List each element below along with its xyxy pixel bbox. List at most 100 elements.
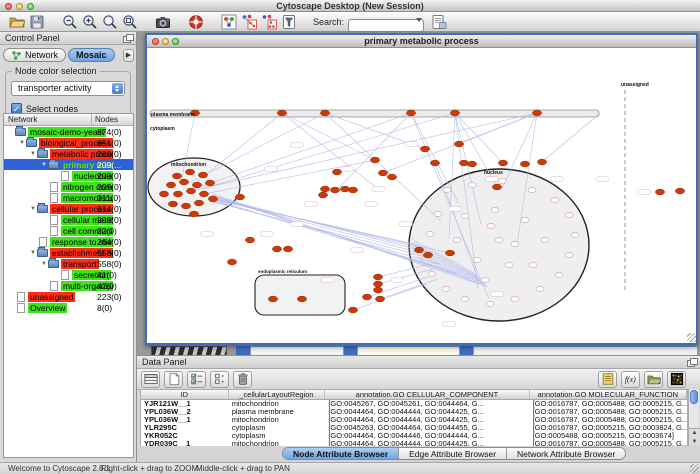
zoom-in-icon[interactable] [81, 13, 99, 30]
network-node-outline[interactable] [511, 297, 519, 302]
network-node-outline[interactable] [453, 238, 461, 243]
table-row[interactable]: YLR295Ccytoplasm[GO:0045263, GO:0044464,… [141, 424, 687, 432]
network-node[interactable] [168, 201, 177, 207]
network-tree-row[interactable]: ▼metabolic process280(0) [4, 148, 133, 159]
network-node[interactable] [318, 192, 327, 198]
column-header[interactable]: ID [141, 390, 229, 399]
network-node-outline[interactable] [461, 214, 469, 219]
search-input[interactable] [348, 19, 424, 32]
network-node[interactable] [186, 188, 195, 194]
network-tree-row[interactable]: mosaic-demo-yeast874(0) [4, 126, 133, 137]
network-node[interactable] [172, 173, 181, 179]
window-resize-grip[interactable] [687, 333, 696, 342]
network-node[interactable] [181, 203, 190, 209]
network-node[interactable] [159, 191, 168, 197]
network-node[interactable] [406, 110, 415, 116]
network-node[interactable] [227, 259, 236, 265]
network-window-titlebar[interactable]: primary metabolic process [147, 35, 696, 48]
network-tree-row[interactable]: cell communicat22(0) [4, 225, 133, 236]
delete-attribute-icon[interactable] [233, 371, 252, 388]
network-node[interactable] [445, 250, 454, 256]
attribute-grid-icon[interactable] [141, 371, 160, 388]
network-node[interactable] [320, 186, 329, 192]
network-node[interactable] [467, 161, 476, 167]
network-tree-row[interactable]: ▼primary metabolic process209(... [4, 159, 133, 170]
network-tree-row[interactable]: ▼biological_process651(0) [4, 137, 133, 148]
network-node-outline[interactable] [473, 258, 481, 263]
network-node-outline[interactable] [428, 272, 436, 277]
zoom-out-icon[interactable] [61, 13, 79, 30]
network-tree-row[interactable]: multi-organism pro42(0) [4, 280, 133, 291]
network-node-outline[interactable] [461, 297, 469, 302]
network-tree-row[interactable]: Overview8(0) [4, 302, 133, 313]
network-tree-row[interactable]: unassigned223(0) [4, 291, 133, 302]
tree-expand-icon[interactable]: ▼ [40, 162, 48, 168]
network-node[interactable] [420, 146, 429, 152]
new-attribute-icon[interactable] [164, 371, 183, 388]
network-node[interactable] [375, 296, 384, 302]
network-tree-row[interactable]: ▼establishment of lo558(0) [4, 247, 133, 258]
help-icon[interactable] [187, 13, 205, 30]
network-tree-row[interactable]: secretion41(0) [4, 269, 133, 280]
tab-node-attribute-browser[interactable]: Node Attribute Browser [283, 448, 399, 459]
network-node[interactable] [235, 194, 244, 200]
network-node[interactable] [166, 182, 175, 188]
network-node[interactable] [414, 247, 423, 253]
network-node-outline[interactable] [571, 233, 579, 238]
import-attributes-icon[interactable] [644, 371, 663, 388]
network-tree-row[interactable]: response to stimulu264(0) [4, 236, 133, 247]
table-row[interactable]: YKR052Ccytoplasm[GO:0044464, GO:0044446,… [141, 432, 687, 440]
network-node[interactable] [320, 110, 329, 116]
network-tree-row[interactable]: nucleobase-209(0) [4, 170, 133, 181]
network-node-outline[interactable] [487, 224, 495, 229]
network-node[interactable] [498, 160, 507, 166]
network-node[interactable] [283, 246, 292, 252]
tab-network[interactable]: Network [3, 48, 66, 62]
search-dropdown-caret-icon[interactable] [416, 18, 422, 22]
network-node-outline[interactable] [486, 302, 494, 307]
network-node[interactable] [277, 110, 286, 116]
network-edge[interactable] [282, 113, 378, 189]
network-canvas[interactable]: plasma membranecytoplasmmitochondrionnuc… [147, 48, 696, 342]
tab-network-attribute-browser[interactable]: Network Attribute Browser [507, 448, 625, 459]
network-node[interactable] [537, 159, 546, 165]
app-resize-grip[interactable] [690, 464, 699, 473]
network-node-outline[interactable] [536, 287, 544, 292]
network-edge[interactable] [337, 113, 411, 190]
network-node[interactable] [272, 246, 281, 252]
network-node[interactable] [192, 182, 201, 188]
network-tree-row[interactable]: ▼cellular process614(0) [4, 203, 133, 214]
network-node[interactable] [532, 110, 541, 116]
network-node-outline[interactable] [541, 238, 549, 243]
network-node-outline[interactable] [505, 263, 513, 268]
network-node[interactable] [330, 187, 339, 193]
network-node[interactable] [205, 180, 214, 186]
network-edge[interactable] [411, 113, 459, 204]
network-node[interactable] [373, 274, 382, 280]
network-node[interactable] [348, 307, 357, 313]
network-node-outline[interactable] [528, 188, 536, 193]
network-node[interactable] [268, 296, 277, 302]
table-row[interactable]: YJR121W__1mitochondrion[GO:0045267, GO:0… [141, 400, 687, 408]
network-node[interactable] [245, 237, 254, 243]
network-node[interactable] [454, 141, 463, 147]
network-node-outline[interactable] [468, 183, 476, 188]
network-node-outline[interactable] [565, 213, 573, 218]
scrollbar-thumb[interactable] [690, 390, 698, 404]
network-node[interactable] [373, 287, 382, 293]
tab-overflow-arrow-icon[interactable]: ▶ [123, 49, 134, 62]
network-tree-row[interactable]: macromolecule311(0) [4, 192, 133, 203]
node-color-dropdown[interactable]: transporter activity [11, 81, 125, 96]
network-node[interactable] [378, 170, 387, 176]
save-icon[interactable] [28, 13, 46, 30]
matrix-icon[interactable] [667, 371, 686, 388]
network-node[interactable] [387, 174, 396, 180]
network-node-outline[interactable] [491, 208, 499, 213]
tree-expand-icon[interactable]: ▼ [29, 151, 37, 157]
network-node[interactable] [450, 110, 459, 116]
network-node[interactable] [348, 187, 357, 193]
tab-mosaic[interactable]: Mosaic [68, 48, 115, 62]
table-row[interactable]: YPL036W__1mitochondrion[GO:0044464, GO:0… [141, 416, 687, 424]
network-node[interactable] [655, 189, 664, 195]
column-header-network[interactable]: Network [4, 114, 92, 125]
